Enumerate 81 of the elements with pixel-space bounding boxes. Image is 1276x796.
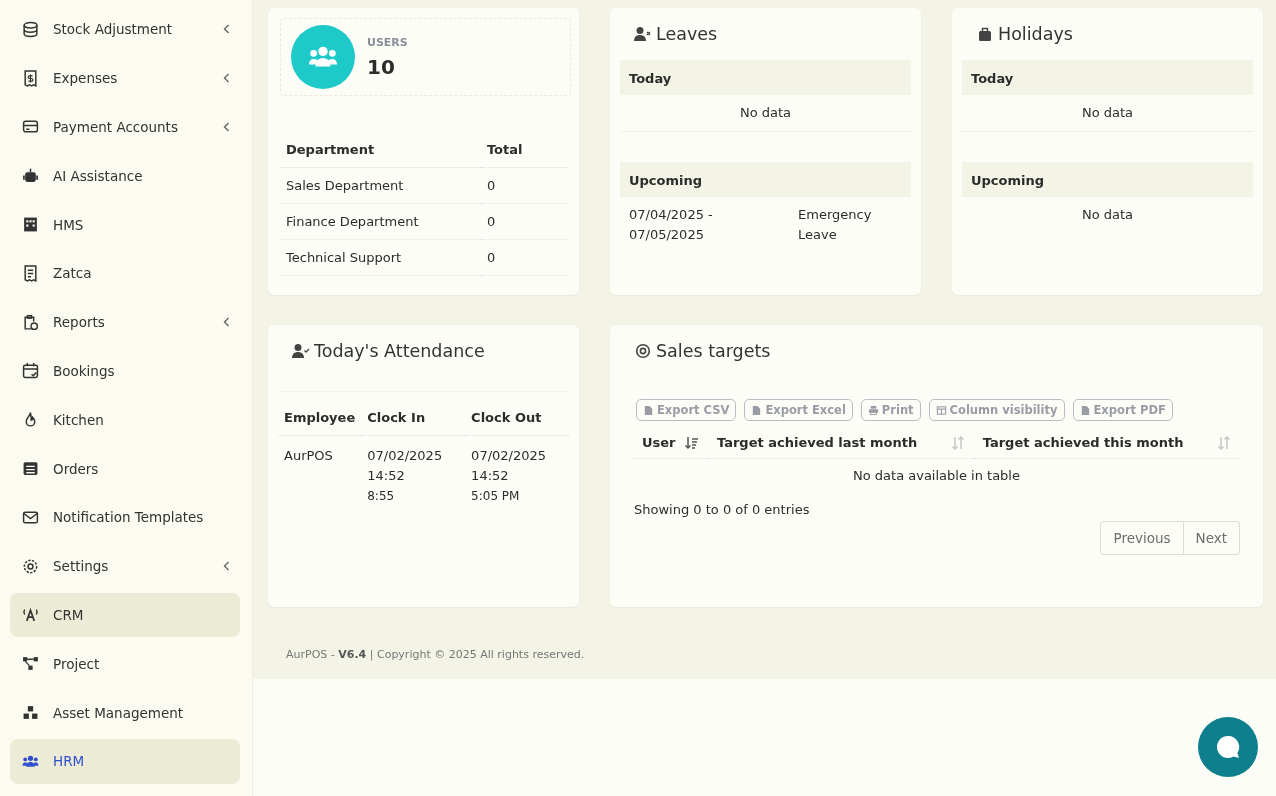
clock-out-time: 07/02/2025 14:52: [471, 447, 548, 485]
card-title: Sales targets: [656, 341, 771, 361]
card-icon: [22, 118, 39, 136]
card-title: Holidays: [998, 24, 1073, 44]
stat-label: USERS: [367, 35, 408, 49]
user-check-icon: [292, 343, 310, 359]
section-header: Today: [962, 60, 1253, 95]
table-cell: Finance Department: [280, 203, 481, 240]
boxes-icon: [22, 704, 39, 722]
sidebar-item[interactable]: Bookings: [10, 348, 240, 394]
section-header: Today: [620, 60, 911, 95]
copyright-text: AurPOS - V6.4 | Copyright © 2025 All rights reserved.: [286, 648, 585, 661]
column-header[interactable]: Target achieved this month: [982, 435, 1184, 450]
building-icon: [22, 216, 39, 234]
pagination-button[interactable]: Previous: [1100, 521, 1184, 555]
file-icon: [751, 404, 763, 416]
suitcase-icon: [976, 26, 994, 42]
stat-value: 10: [367, 54, 396, 79]
printer-icon: [867, 404, 879, 416]
sidebar-item[interactable]: Notification Templates: [10, 494, 240, 540]
sidebar-item[interactable]: Project: [10, 641, 240, 687]
column-header[interactable]: Target achieved last month: [716, 435, 918, 450]
column-header: Department: [280, 132, 481, 168]
column-header[interactable]: User: [642, 435, 676, 450]
pagination-button[interactable]: Next: [1183, 521, 1240, 555]
table-cell: 0: [480, 167, 567, 204]
leave-type: Emergency Leave: [798, 206, 873, 244]
column-header: Clock Out: [465, 400, 569, 436]
sidebar-item[interactable]: Payment Accounts: [10, 104, 240, 150]
chat-button[interactable]: [1198, 717, 1258, 777]
card-title: Today's Attendance: [314, 341, 485, 361]
sidebar-item[interactable]: Stock Adjustment: [10, 7, 240, 52]
section-header: Upcoming: [620, 162, 911, 197]
sidebar-item[interactable]: Settings: [10, 543, 240, 589]
section-header: Upcoming: [962, 162, 1253, 197]
diagram-icon: [22, 655, 39, 673]
sidebar-item[interactable]: Expenses: [10, 55, 240, 101]
empty-message: No data available in table: [853, 468, 1020, 483]
table-cell: 0: [480, 239, 567, 276]
file-icon: [1079, 404, 1091, 416]
speech-bubble-icon: [1214, 733, 1242, 761]
receipt-icon: [22, 264, 39, 282]
column-header: Total: [480, 132, 567, 168]
sidebar-item[interactable]: Asset Management: [10, 690, 240, 735]
list-icon: [22, 460, 39, 478]
sort-descending-icon[interactable]: [684, 435, 699, 450]
empty-message: No data: [1080, 206, 1135, 224]
receipt-dollar-icon: [22, 69, 39, 87]
table-cell: 0: [480, 203, 567, 240]
envelope-icon: [22, 508, 39, 526]
column-header: Clock In: [361, 400, 466, 436]
card-title: Leaves: [656, 24, 718, 44]
sidebar-item[interactable]: AI Assistance: [10, 153, 240, 199]
target-icon: [634, 343, 652, 359]
settings-icon: [22, 557, 39, 575]
sidebar-item[interactable]: Orders: [10, 446, 240, 491]
column-header: Employee: [278, 400, 362, 436]
clock-in-note: 8:55: [367, 488, 396, 505]
table-info: Showing 0 to 0 of 0 entries: [634, 502, 811, 517]
database-icon: [22, 20, 39, 38]
empty-message: No data: [962, 95, 1253, 132]
employee-name: AurPOS: [284, 447, 334, 465]
clock-out-note: 5:05 PM: [471, 488, 521, 505]
sidebar-item[interactable]: Zatca: [10, 251, 240, 296]
empty-message: No data: [620, 95, 911, 132]
file-icon: [643, 404, 654, 416]
sidebar-item[interactable]: HRM: [10, 738, 240, 784]
clock-in-time: 07/02/2025 14:52: [367, 447, 444, 485]
robot-icon: [22, 167, 39, 185]
sidebar-item[interactable]: HMS: [10, 202, 240, 247]
leave-dates: 07/04/2025 - 07/05/2025: [629, 206, 714, 244]
sidebar-item[interactable]: Reports: [10, 299, 240, 345]
calendar-check-icon: [22, 362, 39, 380]
table-cell: Sales Department: [280, 167, 481, 204]
clipboard-clock-icon: [22, 313, 39, 331]
table-cell: Technical Support: [280, 239, 481, 276]
user-x-icon: [634, 26, 652, 42]
antenna-icon: [22, 606, 39, 624]
sidebar-item[interactable]: Kitchen: [10, 397, 240, 443]
sidebar-item[interactable]: CRM: [10, 592, 240, 638]
columns-icon: [935, 404, 947, 416]
